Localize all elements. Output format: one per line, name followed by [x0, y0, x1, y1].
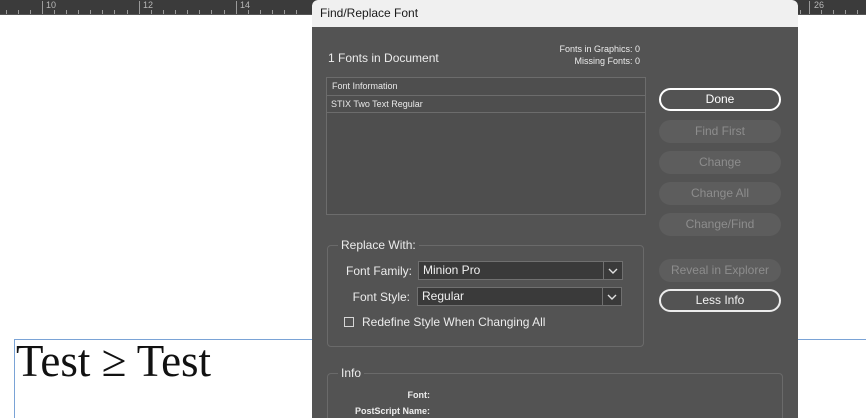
chevron-down-icon[interactable] — [602, 288, 621, 305]
ruler-number: 26 — [814, 0, 825, 10]
info-legend: Info — [341, 366, 362, 380]
replace-with-legend: Replace With: — [341, 238, 416, 252]
ruler-number: 10 — [46, 0, 57, 10]
find-replace-font-dialog: Find/Replace Font 1 Fonts in Document Fo… — [312, 0, 798, 418]
font-list-item[interactable]: STIX Two Text Regular — [327, 96, 645, 113]
fonts-in-graphics: Fonts in Graphics: 0 — [559, 44, 640, 54]
ruler-tick — [809, 1, 810, 14]
change-all-button[interactable]: Change All — [659, 182, 781, 205]
redefine-style-checkbox[interactable] — [344, 317, 354, 327]
done-button[interactable]: Done — [659, 88, 781, 111]
dialog-titlebar[interactable]: Find/Replace Font — [312, 0, 798, 27]
fonts-in-document-count: 1 Fonts in Document — [328, 51, 439, 65]
font-style-label: Font Style: — [352, 290, 410, 304]
ruler-number: 14 — [240, 0, 251, 10]
font-family-select[interactable]: Minion Pro — [418, 261, 623, 280]
ruler-tick — [42, 1, 43, 14]
font-family-label: Font Family: — [345, 264, 412, 278]
font-list[interactable]: Font Information STIX Two Text Regular — [326, 77, 646, 215]
ruler-number: 12 — [143, 0, 154, 10]
less-info-button[interactable]: Less Info — [659, 289, 781, 312]
ruler-tick — [139, 1, 140, 14]
missing-fonts: Missing Fonts: 0 — [574, 56, 640, 66]
info-font-label: Font: — [407, 390, 431, 400]
change-find-button[interactable]: Change/Find — [659, 213, 781, 236]
redefine-style-label[interactable]: Redefine Style When Changing All — [362, 315, 545, 329]
chevron-down-icon[interactable] — [603, 262, 622, 279]
reveal-in-explorer-button[interactable]: Reveal in Explorer — [659, 259, 781, 282]
info-postscript-name-label: PostScript Name: — [354, 406, 430, 416]
ruler-tick — [236, 1, 237, 14]
document-text[interactable]: Test ≥ Test — [16, 334, 211, 388]
find-first-button[interactable]: Find First — [659, 120, 781, 143]
font-family-value: Minion Pro — [423, 263, 481, 277]
font-list-header: Font Information — [327, 78, 645, 96]
font-style-select[interactable]: Regular — [417, 287, 622, 306]
text-frame-edge — [14, 339, 15, 418]
dialog-title: Find/Replace Font — [320, 6, 419, 20]
font-stats: Fonts in Graphics: 0 Missing Fonts: 0 — [559, 43, 640, 67]
font-style-value: Regular — [422, 289, 465, 303]
change-button[interactable]: Change — [659, 151, 781, 174]
